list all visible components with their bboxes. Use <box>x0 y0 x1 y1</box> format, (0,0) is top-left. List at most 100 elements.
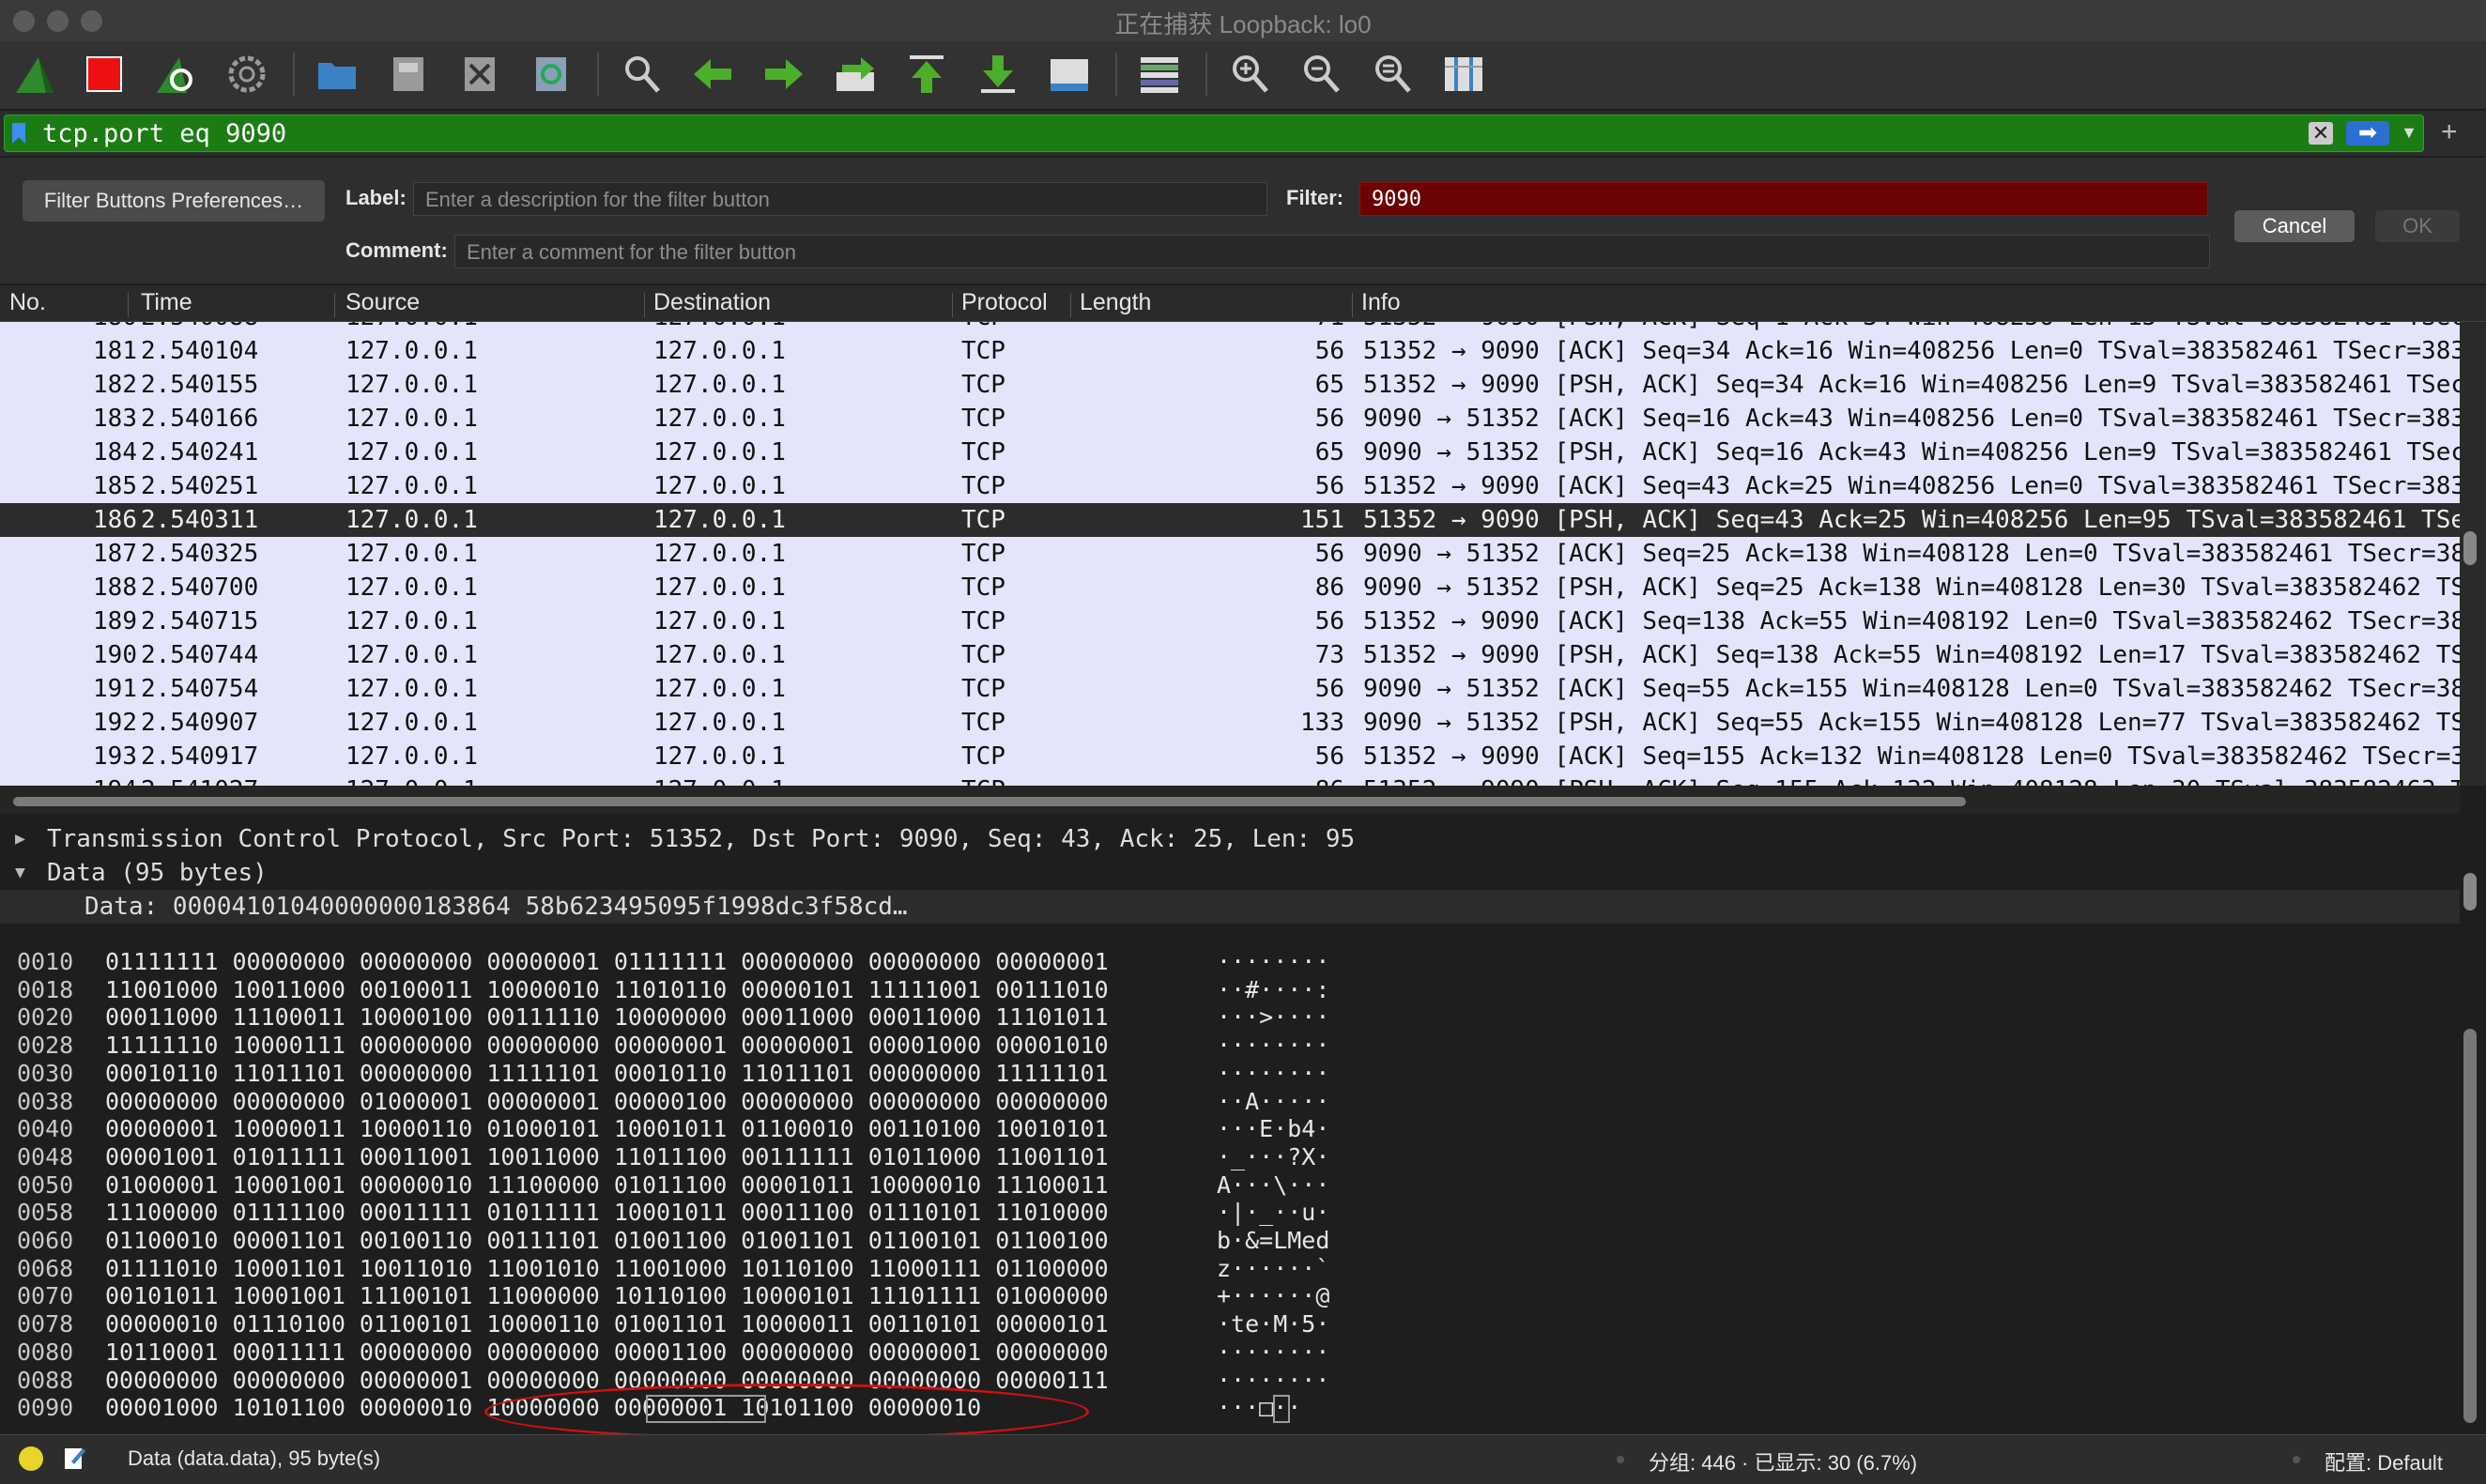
bytes-scroll-thumb[interactable] <box>2463 1029 2477 1423</box>
table-row[interactable]: 187 2.540325 127.0.0.1 127.0.0.1 TCP 56 9090 →… <box>0 537 2460 571</box>
table-row[interactable]: 181 2.540104 127.0.0.1 127.0.0.1 TCP 56 51352 … <box>0 334 2460 368</box>
bytes-bin: 00000000 00000000 01000001 00000001 0000… <box>105 1087 1109 1115</box>
status-profile[interactable]: 配置: Default <box>2325 1446 2443 1476</box>
collapse-triangle-icon[interactable]: ▼ <box>15 856 25 890</box>
filter-input[interactable]: 9090 <box>1359 182 2208 216</box>
cell-proto: TCP <box>961 709 1005 737</box>
column-header-length[interactable]: Length <box>1080 289 1151 316</box>
table-row[interactable]: 190 2.540744 127.0.0.1 127.0.0.1 TCP 73 51352 … <box>0 638 2460 672</box>
add-filter-button-plus-icon[interactable]: + <box>2441 116 2458 148</box>
packet-list-header: No. Time Source Destination Protocol Len… <box>0 285 2486 322</box>
resize-columns-icon[interactable] <box>1440 51 1487 98</box>
packet-list-horizontal-scroll-thumb[interactable] <box>13 797 1966 806</box>
expert-info-indicator-icon[interactable] <box>19 1446 43 1471</box>
bytes-bin: 11100000 01111100 00011111 01011111 1000… <box>105 1199 1109 1227</box>
label-label: Label: <box>345 186 407 209</box>
cell-src: 127.0.0.1 <box>345 709 478 737</box>
table-row[interactable]: 180 2.540088 127.0.0.1 127.0.0.1 TCP 71 … <box>0 322 2460 334</box>
close-file-icon[interactable] <box>456 51 503 98</box>
table-row[interactable]: 193 2.540917 127.0.0.1 127.0.0.1 TCP 56 51352 … <box>0 740 2460 773</box>
expand-triangle-icon[interactable]: ▶ <box>15 822 25 856</box>
shark-fin-start-icon[interactable] <box>11 51 58 98</box>
packet-details-pane[interactable]: ▶ Transmission Control Protocol, Src Por… <box>0 822 2460 927</box>
table-row[interactable]: 188 2.540700 127.0.0.1 127.0.0.1 TCP 86 9090 →… <box>0 571 2460 604</box>
cell-dst: 127.0.0.1 <box>653 506 786 534</box>
selected-ascii-box <box>1273 1395 1290 1423</box>
ok-button[interactable]: OK <box>2375 210 2460 242</box>
cell-time: 2.540907 <box>141 709 259 737</box>
save-file-icon[interactable] <box>385 51 432 98</box>
table-row[interactable]: 191 2.540754 127.0.0.1 127.0.0.1 TCP 56 9090 →… <box>0 672 2460 706</box>
cell-no: 182 <box>93 371 137 399</box>
table-row[interactable]: 185 2.540251 127.0.0.1 127.0.0.1 TCP 56 51352 … <box>0 469 2460 503</box>
find-icon[interactable] <box>618 51 665 98</box>
restart-capture-icon[interactable] <box>152 51 199 98</box>
table-row[interactable]: 182 2.540155 127.0.0.1 127.0.0.1 TCP 65 51352 … <box>0 368 2460 402</box>
display-filter-input[interactable]: tcp.port eq 9090 ✕ ➡ ▼ <box>4 115 2424 152</box>
table-row[interactable]: 183 2.540166 127.0.0.1 127.0.0.1 TCP 56 9090 →… <box>0 402 2460 436</box>
packet-bytes-pane[interactable]: 0010 01111111 00000000 00000000 00000001 … <box>0 939 2460 1427</box>
cell-src: 127.0.0.1 <box>345 675 478 703</box>
table-row[interactable]: 184 2.540241 127.0.0.1 127.0.0.1 TCP 65 9090 →… <box>0 436 2460 469</box>
bytes-bin: 01111111 00000000 00000000 00000001 0111… <box>105 948 1109 975</box>
cell-no: 193 <box>93 742 137 771</box>
filter-history-chevron-down-icon[interactable]: ▼ <box>2401 123 2417 143</box>
clear-filter-icon[interactable]: ✕ <box>2309 122 2333 145</box>
label-input[interactable]: Enter a description for the filter butto… <box>413 182 1267 216</box>
open-file-icon[interactable] <box>314 51 361 98</box>
comment-input[interactable]: Enter a comment for the filter button <box>454 235 2210 268</box>
table-row[interactable]: 194 2.541027 127.0.0.1 127.0.0.1 TCP 86 … <box>0 773 2460 786</box>
cell-len: 65 <box>1314 371 1344 399</box>
bytes-off: 0010 <box>17 948 74 975</box>
colorize-icon[interactable] <box>1136 51 1183 98</box>
column-header-source[interactable]: Source <box>345 289 420 316</box>
bytes-asc: ··A····· <box>1217 1087 1330 1115</box>
cell-time: 2.540166 <box>141 405 259 433</box>
tree-item-data-value[interactable]: Data: 00004101040000000183864 58b6234950… <box>0 890 2460 924</box>
display-filter-text[interactable]: tcp.port eq 9090 <box>42 119 286 148</box>
cell-len: 56 <box>1314 607 1344 635</box>
go-first-icon[interactable] <box>903 51 950 98</box>
cell-time: 2.540917 <box>141 742 259 771</box>
go-last-icon[interactable] <box>974 51 1021 98</box>
column-header-destination[interactable]: Destination <box>653 289 771 316</box>
go-forward-icon[interactable] <box>760 51 807 98</box>
bytes-off: 0018 <box>17 975 74 1003</box>
apply-filter-arrow-icon[interactable]: ➡ <box>2346 121 2389 145</box>
bytes-asc: ········ <box>1217 948 1330 975</box>
table-row[interactable]: 192 2.540907 127.0.0.1 127.0.0.1 TCP 133 9090 … <box>0 706 2460 740</box>
column-header-time[interactable]: Time <box>141 289 192 316</box>
packet-list[interactable]: 180 2.540088 127.0.0.1 127.0.0.1 TCP 71 … <box>0 322 2460 786</box>
cell-time: 2.540744 <box>141 641 259 669</box>
status-field-info: Data (data.data), 95 byte(s) <box>128 1446 381 1470</box>
bytes-off: 0090 <box>17 1394 74 1422</box>
zoom-out-icon[interactable] <box>1297 51 1344 98</box>
filter-buttons-preferences-button[interactable]: Filter Buttons Preferences… <box>23 180 325 222</box>
cell-len: 56 <box>1314 337 1344 365</box>
go-to-packet-icon[interactable] <box>832 51 879 98</box>
column-header-info[interactable]: Info <box>1361 289 1401 316</box>
reload-icon[interactable] <box>528 51 575 98</box>
table-row[interactable]: 186 2.540311 127.0.0.1 127.0.0.1 TCP 151 51352… <box>0 503 2460 537</box>
bytes-asc: ···E·b4· <box>1217 1115 1330 1143</box>
cell-dst: 127.0.0.1 <box>653 405 786 433</box>
capture-comment-icon[interactable] <box>64 1445 86 1471</box>
cell-info: 51352 → 9090 [ACK] Seq=138 Ack=55 Win=40… <box>1363 607 2460 635</box>
stop-capture-icon[interactable] <box>81 51 128 98</box>
autoscroll-icon[interactable] <box>1046 51 1093 98</box>
go-back-icon[interactable] <box>689 51 736 98</box>
column-header-no[interactable]: No. <box>9 289 46 316</box>
bytes-asc: ·te·M·5· <box>1217 1310 1330 1339</box>
column-header-protocol[interactable]: Protocol <box>961 289 1048 316</box>
packet-list-scroll-thumb[interactable] <box>2463 531 2477 565</box>
bookmark-icon[interactable] <box>12 123 25 144</box>
cancel-button[interactable]: Cancel <box>2234 210 2355 242</box>
main-toolbar <box>0 41 2486 109</box>
zoom-normal-icon[interactable] <box>1369 51 1416 98</box>
table-row[interactable]: 189 2.540715 127.0.0.1 127.0.0.1 TCP 56 51352 … <box>0 604 2460 638</box>
zoom-in-icon[interactable] <box>1226 51 1273 98</box>
tree-item-tcp[interactable]: ▶ Transmission Control Protocol, Src Por… <box>0 822 2460 856</box>
details-scroll-thumb[interactable] <box>2463 873 2477 910</box>
capture-options-icon[interactable] <box>223 51 270 98</box>
tree-item-data[interactable]: ▼ Data (95 bytes) <box>0 856 2460 890</box>
